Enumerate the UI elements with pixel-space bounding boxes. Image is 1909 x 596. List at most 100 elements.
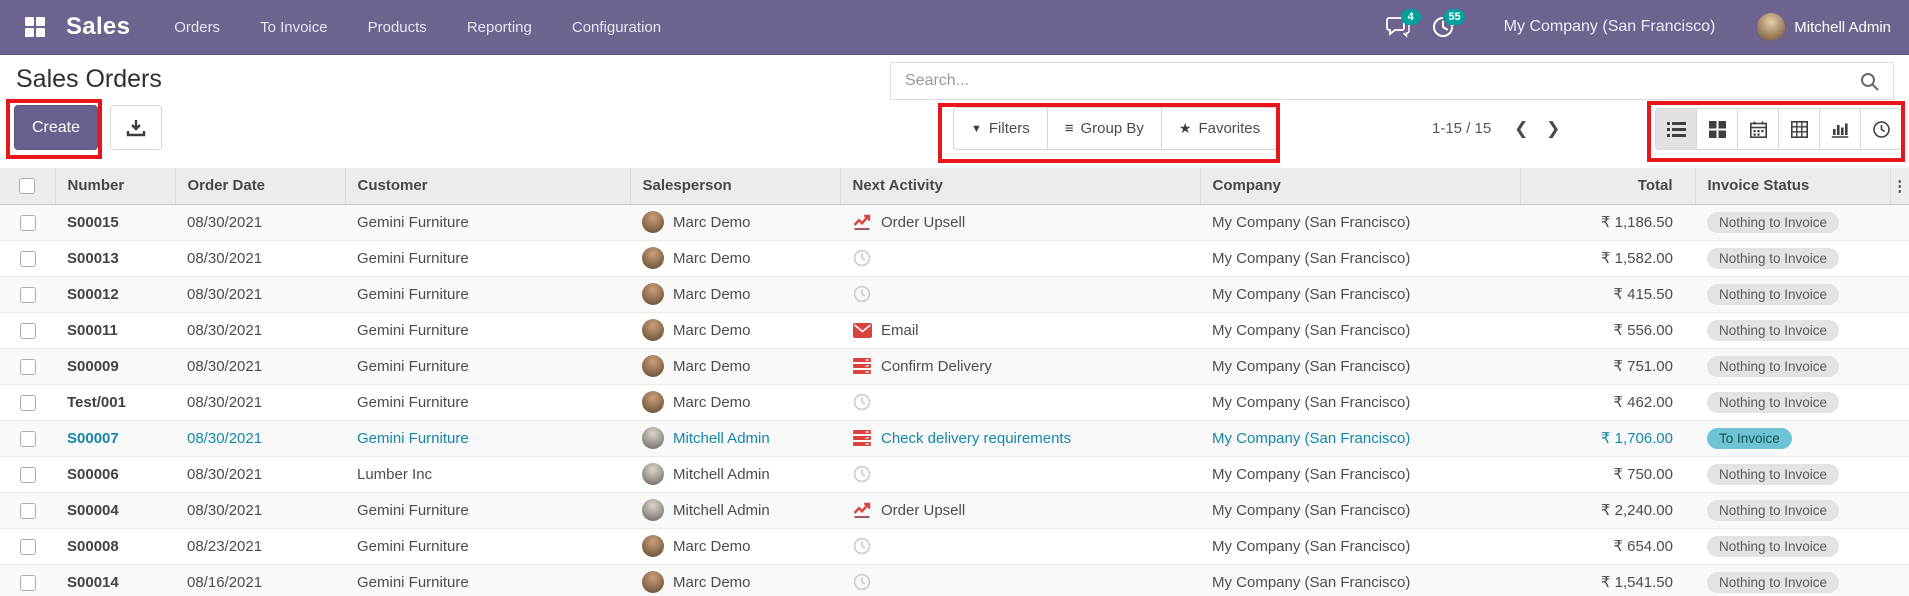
activity-view-icon [1873,121,1890,138]
apps-grid-icon[interactable] [18,10,52,44]
table-row[interactable]: S00015 08/30/2021 Gemini Furniture Marc … [0,204,1909,240]
header-salesperson[interactable]: Salesperson [630,168,840,204]
clock-icon[interactable] [852,465,872,483]
invoice-status-badge: To Invoice [1707,428,1792,449]
invoice-status-badge: Nothing to Invoice [1707,536,1839,557]
company-name: My Company (San Francisco) [1212,394,1410,411]
order-number: Test/001 [67,394,126,411]
table-row[interactable]: S00014 08/16/2021 Gemini Furniture Marc … [0,564,1909,596]
list-view-button[interactable] [1655,108,1697,150]
order-total: ₹ 1,186.50 [1601,214,1673,231]
order-number: S00013 [67,250,119,267]
invoice-status-badge: Nothing to Invoice [1707,464,1839,485]
table-row[interactable]: S00011 08/30/2021 Gemini Furniture Marc … [0,312,1909,348]
salesperson-avatar [642,499,664,521]
export-button[interactable] [110,105,162,150]
order-date: 08/30/2021 [187,286,262,303]
email-icon[interactable] [852,323,872,338]
group-by-button[interactable]: ≡ Group By [1048,107,1162,150]
clock-icon[interactable] [852,249,872,267]
header-number[interactable]: Number [55,168,175,204]
row-checkbox[interactable] [20,359,36,375]
order-total: ₹ 556.00 [1613,322,1673,339]
search-icon[interactable] [1860,72,1879,91]
row-checkbox[interactable] [20,539,36,555]
header-order-date[interactable]: Order Date [175,168,345,204]
table-row[interactable]: S00013 08/30/2021 Gemini Furniture Marc … [0,240,1909,276]
pager-next-button[interactable]: ❯ [1537,107,1569,150]
upsell-icon[interactable] [852,214,872,230]
nav-menu-reporting[interactable]: Reporting [467,19,532,36]
clock-icon[interactable] [852,573,872,591]
order-date: 08/30/2021 [187,502,262,519]
nav-menu-configuration[interactable]: Configuration [572,19,661,36]
row-checkbox[interactable] [20,431,36,447]
order-total: ₹ 2,240.00 [1601,502,1673,519]
table-row[interactable]: S00008 08/23/2021 Gemini Furniture Marc … [0,528,1909,564]
company-name: My Company (San Francisco) [1212,502,1410,519]
upsell-icon[interactable] [852,502,872,518]
filters-label: Filters [989,120,1030,137]
pivot-view-button[interactable] [1779,108,1820,150]
delivery-icon[interactable] [852,358,872,374]
messages-menu-button[interactable]: 4 [1386,16,1410,38]
activities-menu-button[interactable]: 55 [1432,16,1454,38]
next-activity-label: Confirm Delivery [881,358,992,375]
delivery-icon[interactable] [852,430,872,446]
user-menu[interactable]: Mitchell Admin [1757,13,1891,41]
table-row[interactable]: S00007 08/30/2021 Gemini Furniture Mitch… [0,420,1909,456]
row-checkbox[interactable] [20,503,36,519]
row-checkbox[interactable] [20,467,36,483]
nav-menu-products[interactable]: Products [368,19,427,36]
salesperson-avatar [642,319,664,341]
header-total[interactable]: Total [1520,168,1695,204]
nav-menu-orders[interactable]: Orders [174,19,220,36]
order-date: 08/30/2021 [187,358,262,375]
header-invoice-status[interactable]: Invoice Status [1695,168,1890,204]
company-switcher[interactable]: My Company (San Francisco) [1504,18,1716,36]
table-header-row: Number Order Date Customer Salesperson N… [0,168,1909,204]
activity-view-button[interactable] [1861,108,1902,150]
salesperson-name: Marc Demo [673,250,751,267]
graph-view-button[interactable] [1820,108,1861,150]
row-checkbox[interactable] [20,395,36,411]
nav-menu-to-invoice[interactable]: To Invoice [260,19,328,36]
row-checkbox[interactable] [20,251,36,267]
header-customer[interactable]: Customer [345,168,630,204]
kanban-view-button[interactable] [1697,108,1738,150]
app-brand[interactable]: Sales [66,13,130,41]
clock-icon[interactable] [852,393,872,411]
row-checkbox[interactable] [20,287,36,303]
select-all-checkbox[interactable] [19,178,35,194]
next-activity-label: Order Upsell [881,214,965,231]
order-number: S00004 [67,502,119,519]
row-checkbox[interactable] [20,215,36,231]
clock-icon[interactable] [852,285,872,303]
optional-columns-icon[interactable]: ⋮ [1890,168,1909,204]
calendar-view-button[interactable] [1738,108,1779,150]
salesperson-avatar [642,571,664,593]
row-checkbox[interactable] [20,323,36,339]
next-activity-label: Order Upsell [881,502,965,519]
customer-name: Gemini Furniture [357,322,469,339]
user-avatar [1757,13,1785,41]
pager-previous-button[interactable]: ❮ [1505,107,1537,150]
table-row[interactable]: S00004 08/30/2021 Gemini Furniture Mitch… [0,492,1909,528]
filters-button[interactable]: ▼ Filters [953,107,1048,150]
header-next-activity[interactable]: Next Activity [840,168,1200,204]
header-company[interactable]: Company [1200,168,1520,204]
table-row[interactable]: Test/001 08/30/2021 Gemini Furniture Mar… [0,384,1909,420]
row-checkbox[interactable] [20,575,36,591]
table-row[interactable]: S00012 08/30/2021 Gemini Furniture Marc … [0,276,1909,312]
order-date: 08/23/2021 [187,538,262,555]
order-total: ₹ 654.00 [1613,538,1673,555]
invoice-status-badge: Nothing to Invoice [1707,392,1839,413]
favorites-button[interactable]: ★ Favorites [1162,107,1278,150]
table-row[interactable]: S00009 08/30/2021 Gemini Furniture Marc … [0,348,1909,384]
table-row[interactable]: S00006 08/30/2021 Lumber Inc Mitchell Ad… [0,456,1909,492]
create-button[interactable]: Create [14,105,98,150]
order-total: ₹ 750.00 [1613,466,1673,483]
clock-icon[interactable] [852,537,872,555]
salesperson-avatar [642,355,664,377]
search-input[interactable] [891,72,1860,90]
